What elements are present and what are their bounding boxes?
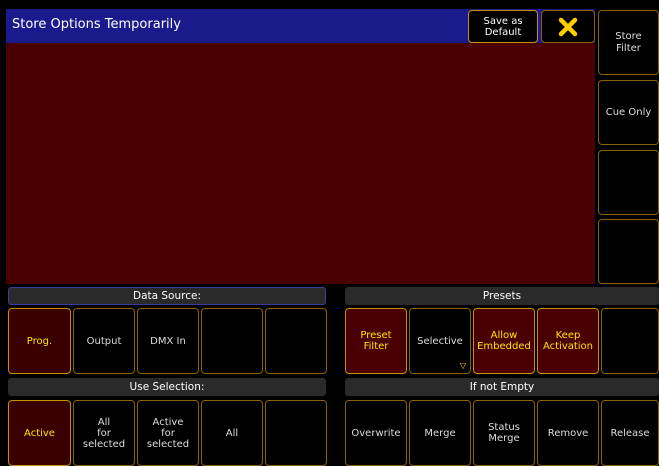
use-selection-all-for-selected-button[interactable]: All for selected bbox=[73, 400, 135, 466]
presets-header: Presets bbox=[345, 287, 659, 305]
use-selection-all-button[interactable]: All bbox=[201, 400, 263, 466]
selective-label: Selective bbox=[417, 335, 463, 347]
remove-button[interactable]: Remove bbox=[537, 400, 599, 466]
status-merge-button[interactable]: Status Merge bbox=[473, 400, 535, 466]
dropdown-triangle-icon: ▽ bbox=[459, 361, 466, 370]
close-button[interactable] bbox=[541, 10, 595, 43]
release-button[interactable]: Release bbox=[601, 400, 659, 466]
keep-activation-button[interactable]: Keep Activation bbox=[537, 308, 599, 374]
selective-button[interactable]: Selective ▽ bbox=[409, 308, 471, 374]
cue-only-button[interactable]: Cue Only bbox=[598, 80, 659, 145]
window-title: Store Options Temporarily bbox=[12, 17, 181, 32]
data-source-output-button[interactable]: Output bbox=[73, 308, 135, 374]
allow-embedded-button[interactable]: Allow Embedded bbox=[473, 308, 535, 374]
use-selection-active-for-selected-button[interactable]: Active for selected bbox=[137, 400, 199, 466]
merge-button[interactable]: Merge bbox=[409, 400, 471, 466]
data-source-empty-button-1[interactable] bbox=[201, 308, 263, 374]
if-not-empty-header: If not Empty bbox=[345, 378, 659, 396]
preset-filter-button[interactable]: Preset Filter bbox=[345, 308, 407, 374]
data-source-empty-button-2[interactable] bbox=[265, 308, 327, 374]
save-as-default-button[interactable]: Save as Default bbox=[468, 10, 538, 43]
side-button-empty-2[interactable] bbox=[598, 219, 659, 284]
use-selection-header: Use Selection: bbox=[8, 378, 326, 396]
side-button-empty-1[interactable] bbox=[598, 150, 659, 215]
content-area bbox=[6, 43, 595, 284]
data-source-header: Data Source: bbox=[8, 287, 326, 305]
data-source-dmx-in-button[interactable]: DMX In bbox=[137, 308, 199, 374]
overwrite-button[interactable]: Overwrite bbox=[345, 400, 407, 466]
use-selection-active-button[interactable]: Active bbox=[8, 400, 71, 466]
presets-empty-button[interactable] bbox=[601, 308, 659, 374]
use-selection-empty-button[interactable] bbox=[265, 400, 327, 466]
close-x-icon bbox=[558, 17, 578, 36]
data-source-prog-button[interactable]: Prog. bbox=[8, 308, 71, 374]
store-filter-button[interactable]: Store Filter bbox=[598, 10, 659, 75]
